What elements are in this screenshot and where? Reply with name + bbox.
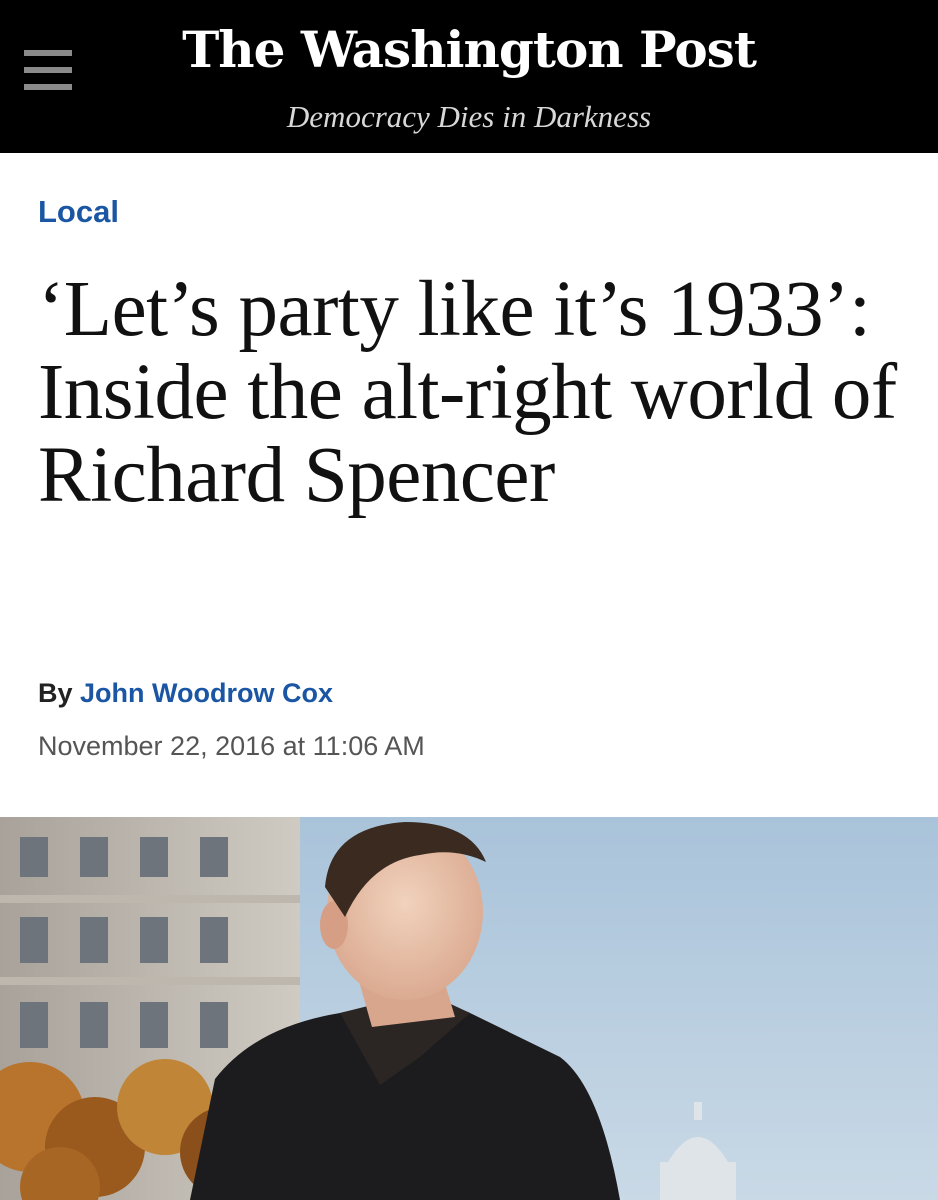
lead-photo [0, 817, 938, 1200]
site-header: The Washington Post Democracy Dies in Da… [0, 0, 938, 153]
publish-timestamp: November 22, 2016 at 11:06 AM [38, 731, 425, 761]
site-logo[interactable]: The Washington Post [0, 20, 938, 80]
byline-prefix: By [38, 678, 73, 708]
lead-photo-illustration [0, 817, 938, 1200]
section-link[interactable]: Local [38, 192, 119, 232]
author-link[interactable]: John Woodrow Cox [80, 678, 333, 708]
article-headline: ‘Let’s party like it’s 1933’: Inside the… [38, 266, 897, 519]
menu-bar-bottom [24, 84, 72, 90]
site-tagline: Democracy Dies in Darkness [286, 99, 652, 134]
byline: By John Woodrow Cox [38, 675, 333, 711]
